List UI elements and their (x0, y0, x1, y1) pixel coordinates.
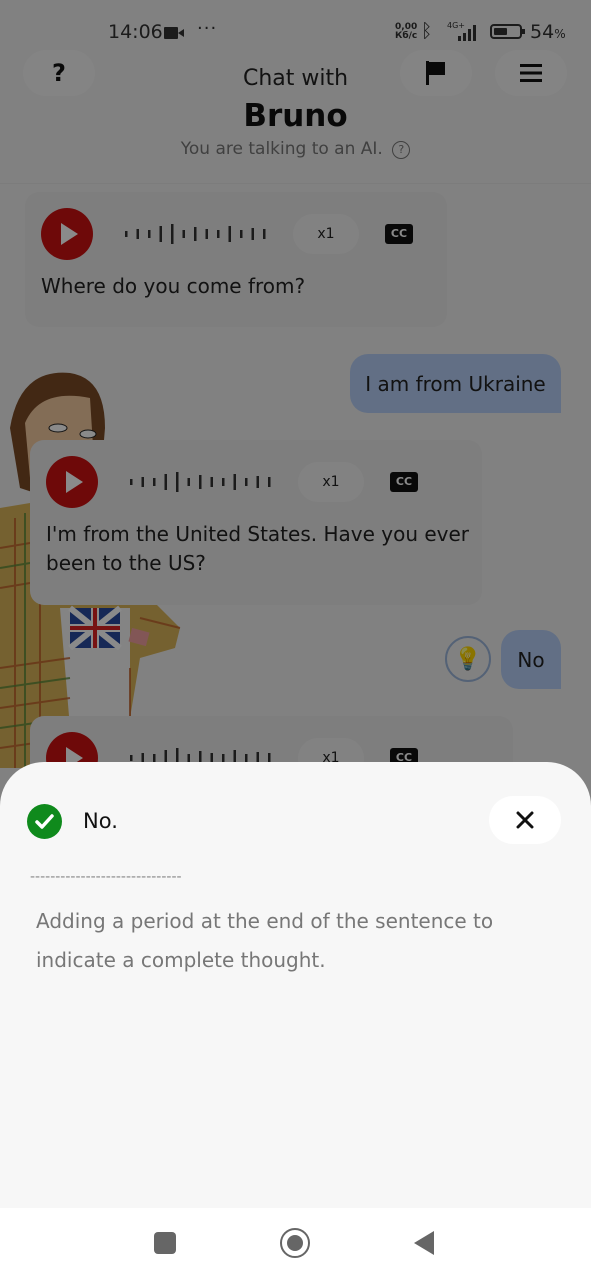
recent-apps-button[interactable] (154, 1232, 176, 1254)
home-button[interactable] (280, 1228, 310, 1258)
corrected-sentence: No. (83, 809, 118, 833)
chat-screen: 14:06 ··· 0,00 Кб/с ᛒ 4G+ 54% ? Chat wit… (0, 0, 591, 1280)
close-icon (516, 811, 534, 829)
correct-check-icon (27, 804, 62, 839)
system-navigation-bar (0, 1208, 591, 1280)
close-button[interactable] (489, 796, 561, 844)
back-button[interactable] (414, 1231, 434, 1255)
dashed-separator: ------------------------------ (30, 869, 182, 885)
feedback-bottom-sheet: No. ------------------------------ Addin… (0, 762, 591, 1208)
correction-explanation: Adding a period at the end of the senten… (36, 909, 494, 972)
